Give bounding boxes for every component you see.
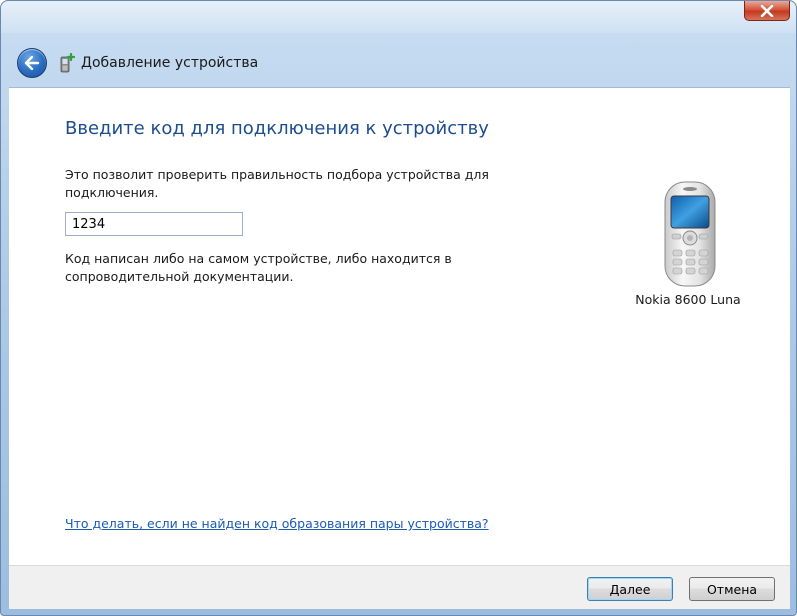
device-name-label: Nokia 8600 Luna [635,292,741,307]
instruction-text: Это позволит проверить правильность подб… [65,167,489,200]
title-bar[interactable] [1,1,796,33]
cancel-button[interactable]: Отмена [689,577,775,601]
button-bar: Далее Отмена [9,565,790,609]
dialog-window: Добавление устройства Введите код для по… [0,0,797,616]
device-add-icon [59,52,76,73]
window-title: Добавление устройства [81,55,259,71]
back-arrow-icon [24,56,40,70]
header-bar: Добавление устройства [9,39,790,87]
close-button[interactable] [744,1,790,21]
content-area: Введите код для подключения к устройству… [9,87,790,565]
page-heading: Введите код для подключения к устройству [65,118,489,139]
help-link[interactable]: Что делать, если не найден код образован… [65,516,489,531]
close-icon [760,4,774,17]
pairing-code-input[interactable] [65,212,243,236]
back-button[interactable] [17,48,47,78]
next-button[interactable]: Далее [587,577,673,601]
hint-text: Код написан либо на самом устройстве, ли… [65,251,452,284]
